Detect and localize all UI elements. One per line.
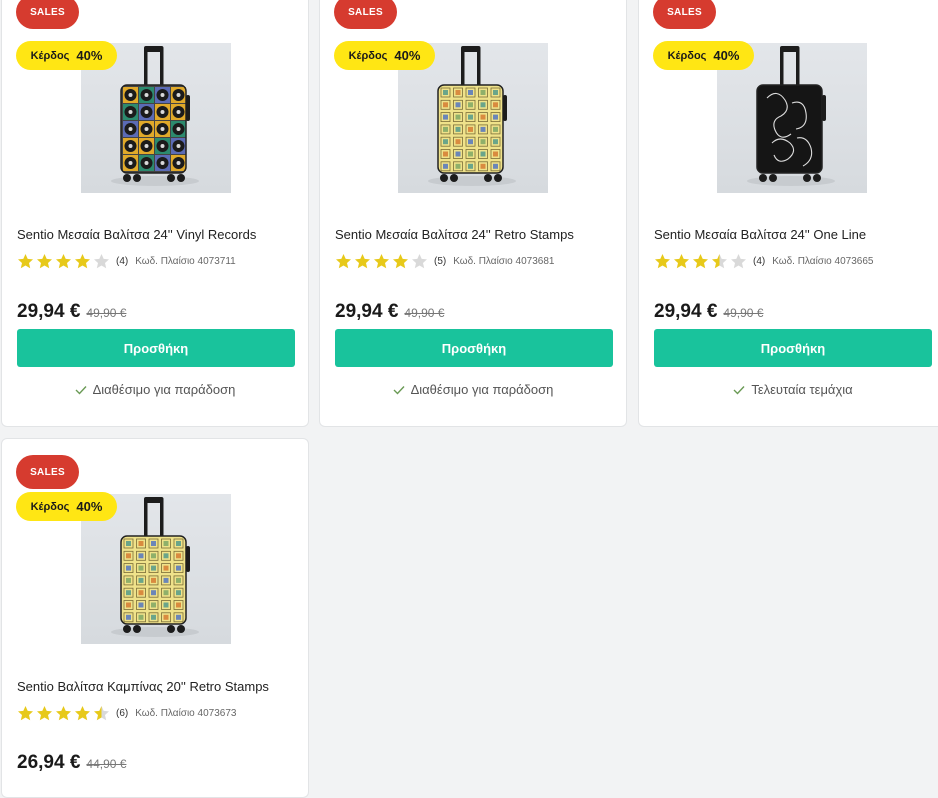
profit-badge: Κέρδος 40% xyxy=(16,492,117,521)
product-card[interactable]: SALES Κέρδος 40% Sentio Μεσαία Βαλίτσα 2… xyxy=(319,0,627,427)
availability-text: Διαθέσιμο για παράδοση xyxy=(410,382,554,397)
star-icon xyxy=(393,254,408,269)
star-icon xyxy=(18,254,33,269)
profit-badge: Κέρδος 40% xyxy=(16,41,117,70)
star-icon xyxy=(56,706,71,721)
review-count[interactable]: (4) xyxy=(753,256,765,267)
star-icon xyxy=(94,706,109,721)
product-title[interactable]: Sentio Μεσαία Βαλίτσα 24'' One Line xyxy=(654,227,866,242)
profit-label: Κέρδος xyxy=(667,49,707,62)
profit-value: 40% xyxy=(76,48,103,63)
sales-badge: SALES xyxy=(16,0,79,29)
old-price: 49,90 € xyxy=(86,306,127,320)
product-title[interactable]: Sentio Μεσαία Βαλίτσα 24'' Vinyl Records xyxy=(17,227,256,242)
add-to-cart-button[interactable]: Προσθήκη xyxy=(17,329,295,367)
product-card[interactable]: SALES Κέρδος 40% Sentio Μεσαία Βαλίτσα 2… xyxy=(638,0,938,427)
star-icon xyxy=(374,254,389,269)
check-icon xyxy=(75,385,87,395)
current-price: 29,94 € xyxy=(17,301,81,322)
profit-label: Κέρδος xyxy=(348,49,388,62)
star-icon xyxy=(37,706,52,721)
product-code: Κωδ. Πλαίσιο 4073665 xyxy=(772,256,874,267)
rating-stars xyxy=(17,253,110,270)
availability: Διαθέσιμο για παράδοση xyxy=(320,382,626,397)
profit-label: Κέρδος xyxy=(30,500,70,513)
star-icon xyxy=(674,254,689,269)
availability-text: Τελευταία τεμάχια xyxy=(751,382,853,397)
rating: (4) Κωδ. Πλαίσιο 4073711 xyxy=(17,253,236,270)
add-to-cart-button[interactable]: Προσθήκη xyxy=(335,329,613,367)
star-icon xyxy=(712,254,727,269)
current-price: 29,94 € xyxy=(654,301,718,322)
check-icon xyxy=(733,385,745,395)
star-icon xyxy=(37,254,52,269)
availability: Τελευταία τεμάχια xyxy=(639,382,938,397)
price: 29,94 € 49,90 € xyxy=(335,301,444,323)
review-count[interactable]: (6) xyxy=(116,708,128,719)
sales-badge: SALES xyxy=(16,455,79,489)
star-icon xyxy=(75,254,90,269)
old-price: 49,90 € xyxy=(723,306,764,320)
star-icon xyxy=(655,254,670,269)
rating-stars xyxy=(17,705,110,722)
product-title[interactable]: Sentio Μεσαία Βαλίτσα 24'' Retro Stamps xyxy=(335,227,574,242)
rating-stars xyxy=(335,253,428,270)
add-to-cart-button[interactable]: Προσθήκη xyxy=(654,329,932,367)
profit-value: 40% xyxy=(713,48,740,63)
old-price: 49,90 € xyxy=(404,306,445,320)
product-code: Κωδ. Πλαίσιο 4073681 xyxy=(453,256,555,267)
availability-text: Διαθέσιμο για παράδοση xyxy=(92,382,236,397)
profit-badge: Κέρδος 40% xyxy=(653,41,754,70)
sales-badge: SALES xyxy=(334,0,397,29)
rating: (6) Κωδ. Πλαίσιο 4073673 xyxy=(17,705,236,722)
current-price: 26,94 € xyxy=(17,752,81,773)
star-icon xyxy=(18,706,33,721)
rating: (4) Κωδ. Πλαίσιο 4073665 xyxy=(654,253,873,270)
star-icon xyxy=(336,254,351,269)
product-code: Κωδ. Πλαίσιο 4073711 xyxy=(135,256,236,267)
rating: (5) Κωδ. Πλαίσιο 4073681 xyxy=(335,253,554,270)
product-title[interactable]: Sentio Βαλίτσα Καμπίνας 20'' Retro Stamp… xyxy=(17,679,269,694)
product-code: Κωδ. Πλαίσιο 4073673 xyxy=(135,708,237,719)
availability: Διαθέσιμο για παράδοση xyxy=(2,382,308,397)
star-icon xyxy=(94,254,109,269)
profit-badge: Κέρδος 40% xyxy=(334,41,435,70)
rating-stars xyxy=(654,253,747,270)
review-count[interactable]: (5) xyxy=(434,256,446,267)
star-icon xyxy=(75,706,90,721)
profit-value: 40% xyxy=(394,48,421,63)
star-icon xyxy=(355,254,370,269)
price: 26,94 € 44,90 € xyxy=(17,752,126,774)
profit-value: 40% xyxy=(76,499,103,514)
product-card[interactable]: SALES Κέρδος 40% Sentio Μεσαία Βαλίτσα 2… xyxy=(1,0,309,427)
star-icon xyxy=(731,254,746,269)
check-icon xyxy=(393,385,405,395)
star-icon xyxy=(412,254,427,269)
old-price: 44,90 € xyxy=(86,757,127,771)
star-icon xyxy=(56,254,71,269)
profit-label: Κέρδος xyxy=(30,49,70,62)
sales-badge: SALES xyxy=(653,0,716,29)
current-price: 29,94 € xyxy=(335,301,399,322)
price: 29,94 € 49,90 € xyxy=(17,301,126,323)
price: 29,94 € 49,90 € xyxy=(654,301,763,323)
review-count[interactable]: (4) xyxy=(116,256,128,267)
product-card[interactable]: SALES Κέρδος 40% Sentio Βαλίτσα Καμπίνας… xyxy=(1,438,309,798)
star-icon xyxy=(693,254,708,269)
